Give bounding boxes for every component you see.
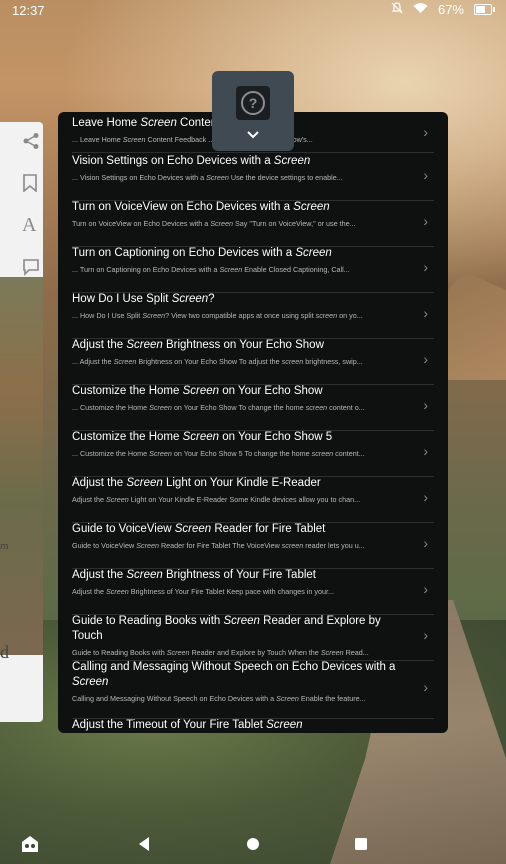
result-title: Vision Settings on Echo Devices with a S…: [72, 155, 311, 167]
mute-icon: [391, 2, 403, 17]
result-snippet: ... Adjust the Screen Brightness on Your…: [72, 357, 363, 366]
result-snippet: ... Customize the Home Screen on Your Ec…: [72, 449, 365, 458]
chevron-right-icon: ›: [423, 443, 428, 459]
search-result-item[interactable]: Adjust the Timeout of Your Fire Tablet S…: [72, 718, 434, 733]
chevron-right-icon: ›: [423, 627, 428, 643]
result-title: Turn on Captioning on Echo Devices with …: [72, 247, 332, 259]
search-result-item[interactable]: Vision Settings on Echo Devices with a S…: [72, 154, 434, 201]
search-result-item[interactable]: Calling and Messaging Without Speech on …: [72, 660, 434, 719]
clock: 12:37: [12, 3, 45, 18]
search-result-item[interactable]: Adjust the Screen Brightness on Your Ech…: [72, 338, 434, 385]
back-icon[interactable]: [137, 836, 151, 857]
chevron-right-icon: ›: [423, 351, 428, 367]
battery-percent: 67%: [437, 2, 464, 17]
search-result-item[interactable]: Guide to VoiceView Screen Reader for Fir…: [72, 522, 434, 569]
search-result-item[interactable]: Customize the Home Screen on Your Echo S…: [72, 430, 434, 477]
chevron-right-icon: ›: [423, 581, 428, 597]
result-snippet: ... Turn on Captioning on Echo Devices w…: [72, 265, 350, 274]
result-snippet: Calling and Messaging Without Speech on …: [72, 694, 366, 703]
result-title: Guide to VoiceView Screen Reader for Fir…: [72, 523, 326, 535]
font-icon[interactable]: A: [22, 214, 36, 237]
chevron-right-icon: ›: [423, 259, 428, 275]
navigation-bar: [0, 824, 506, 864]
result-title: Adjust the Screen Light on Your Kindle E…: [72, 477, 321, 489]
chevron-right-icon: ›: [423, 167, 428, 183]
result-snippet: Adjust the Screen Brightness of Your Fir…: [72, 587, 334, 596]
chevron-right-icon: ›: [423, 679, 428, 695]
help-icon: ?: [241, 91, 265, 115]
help-search-results[interactable]: Leave Home Screen Content... Leave Home …: [58, 112, 448, 733]
result-snippet: ... Vision Settings on Echo Devices with…: [72, 173, 343, 182]
search-result-item[interactable]: Guide to Reading Books with Screen Reade…: [72, 614, 434, 661]
reader-image: [0, 277, 43, 655]
wifi-icon: [413, 2, 428, 17]
reader-text-fragment: d: [0, 642, 9, 662]
help-button[interactable]: ?: [236, 86, 270, 120]
share-icon[interactable]: [22, 132, 40, 155]
search-result-item[interactable]: Turn on VoiceView on Echo Devices with a…: [72, 200, 434, 247]
kids-home-icon[interactable]: [20, 834, 40, 859]
result-title: Adjust the Screen Brightness of Your Fir…: [72, 569, 316, 581]
chevron-right-icon: ›: [423, 213, 428, 229]
result-title: Adjust the Timeout of Your Fire Tablet S…: [72, 719, 303, 731]
home-icon[interactable]: [246, 837, 260, 856]
result-title: Turn on VoiceView on Echo Devices with a…: [72, 201, 330, 213]
result-snippet: Turn on VoiceView on Echo Devices with a…: [72, 219, 356, 228]
search-result-item[interactable]: How Do I Use Split Screen? ... How Do I U…: [72, 292, 434, 339]
chevron-right-icon: ›: [423, 489, 428, 505]
chevron-right-icon: ›: [423, 397, 428, 413]
result-title: Calling and Messaging Without Speech on …: [72, 661, 396, 688]
chevron-right-icon: ›: [423, 305, 428, 321]
battery-icon: [474, 4, 495, 15]
chevron-right-icon: ›: [423, 124, 428, 140]
status-bar: 12:37 67%: [0, 0, 506, 22]
chevron-right-icon: ›: [423, 535, 428, 551]
recents-icon[interactable]: [354, 837, 368, 856]
search-result-item[interactable]: Customize the Home Screen on Your Echo S…: [72, 384, 434, 431]
result-snippet: Guide to Reading Books with Screen Reade…: [72, 648, 369, 657]
search-result-item[interactable]: Adjust the Screen Brightness of Your Fir…: [72, 568, 434, 615]
result-snippet: ... How Do I Use Split Screen? View two …: [72, 311, 363, 320]
search-result-item[interactable]: Turn on Captioning on Echo Devices with …: [72, 246, 434, 293]
reader-page[interactable]: A m d: [0, 122, 43, 722]
chevron-down-icon[interactable]: [246, 127, 260, 143]
result-title: How Do I Use Split Screen?: [72, 293, 215, 305]
result-snippet: Guide to VoiceView Screen Reader for Fir…: [72, 541, 365, 550]
result-snippet: ... Customize the Home Screen on Your Ec…: [72, 403, 365, 412]
result-snippet: Adjust the Screen Light on Your Kindle E…: [72, 495, 361, 504]
help-panel-handle[interactable]: ?: [212, 71, 294, 151]
reader-text-fragment: m: [0, 540, 9, 552]
result-title: Guide to Reading Books with Screen Reade…: [72, 615, 381, 642]
search-result-item[interactable]: Adjust the Screen Light on Your Kindle E…: [72, 476, 434, 523]
bookmark-icon[interactable]: [22, 174, 38, 197]
result-title: Customize the Home Screen on Your Echo S…: [72, 385, 323, 397]
result-title: Customize the Home Screen on Your Echo S…: [72, 431, 333, 443]
result-title: Adjust the Screen Brightness on Your Ech…: [72, 339, 324, 351]
